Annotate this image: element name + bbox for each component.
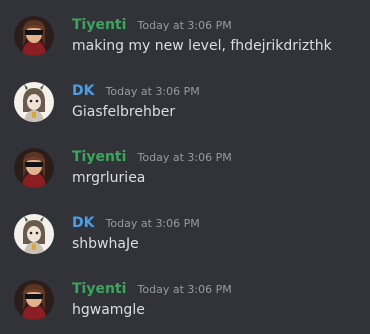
message-header: DK Today at 3:06 PM	[72, 81, 200, 101]
avatar[interactable]	[14, 148, 54, 188]
avatar[interactable]	[14, 280, 54, 320]
username[interactable]: DK	[72, 83, 94, 99]
avatar[interactable]	[14, 214, 54, 254]
message-item[interactable]: Tiyenti Today at 3:06 PM making my new l…	[0, 6, 370, 66]
message-header: Tiyenti Today at 3:06 PM	[72, 147, 232, 167]
username[interactable]: Tiyenti	[72, 149, 126, 165]
message-text: hgwamgle	[72, 302, 145, 318]
message-text: mrgrluriea	[72, 170, 146, 186]
message-item[interactable]: DK Today at 3:06 PM shbwhaJe	[0, 204, 370, 264]
username[interactable]: Tiyenti	[72, 17, 126, 33]
username[interactable]: Tiyenti	[72, 281, 126, 297]
tiyenti-avatar-icon	[14, 16, 54, 56]
timestamp[interactable]: Today at 3:06 PM	[138, 151, 232, 164]
message-text: shbwhaJe	[72, 236, 139, 252]
message-item[interactable]: DK Today at 3:06 PM Giasfelbrehber	[0, 72, 370, 132]
message-text: Giasfelbrehber	[72, 104, 176, 120]
timestamp[interactable]: Today at 3:06 PM	[106, 217, 200, 230]
message-header: Tiyenti Today at 3:06 PM	[72, 15, 232, 35]
timestamp[interactable]: Today at 3:06 PM	[106, 85, 200, 98]
message-text: making my new level, fhdejrikdrizthk	[72, 38, 332, 54]
message-header: DK Today at 3:06 PM	[72, 213, 200, 233]
avatar[interactable]	[14, 82, 54, 122]
dk-avatar-icon	[14, 214, 54, 254]
timestamp[interactable]: Today at 3:06 PM	[138, 283, 232, 296]
message-item[interactable]: Tiyenti Today at 3:06 PM mrgrluriea	[0, 138, 370, 198]
timestamp[interactable]: Today at 3:06 PM	[138, 19, 232, 32]
chat-messages: Tiyenti Today at 3:06 PM making my new l…	[0, 0, 370, 334]
message-item[interactable]: Tiyenti Today at 3:06 PM hgwamgle	[0, 270, 370, 330]
dk-avatar-icon	[14, 82, 54, 122]
avatar[interactable]	[14, 16, 54, 56]
message-header: Tiyenti Today at 3:06 PM	[72, 279, 232, 299]
tiyenti-avatar-icon	[14, 280, 54, 320]
username[interactable]: DK	[72, 215, 94, 231]
tiyenti-avatar-icon	[14, 148, 54, 188]
